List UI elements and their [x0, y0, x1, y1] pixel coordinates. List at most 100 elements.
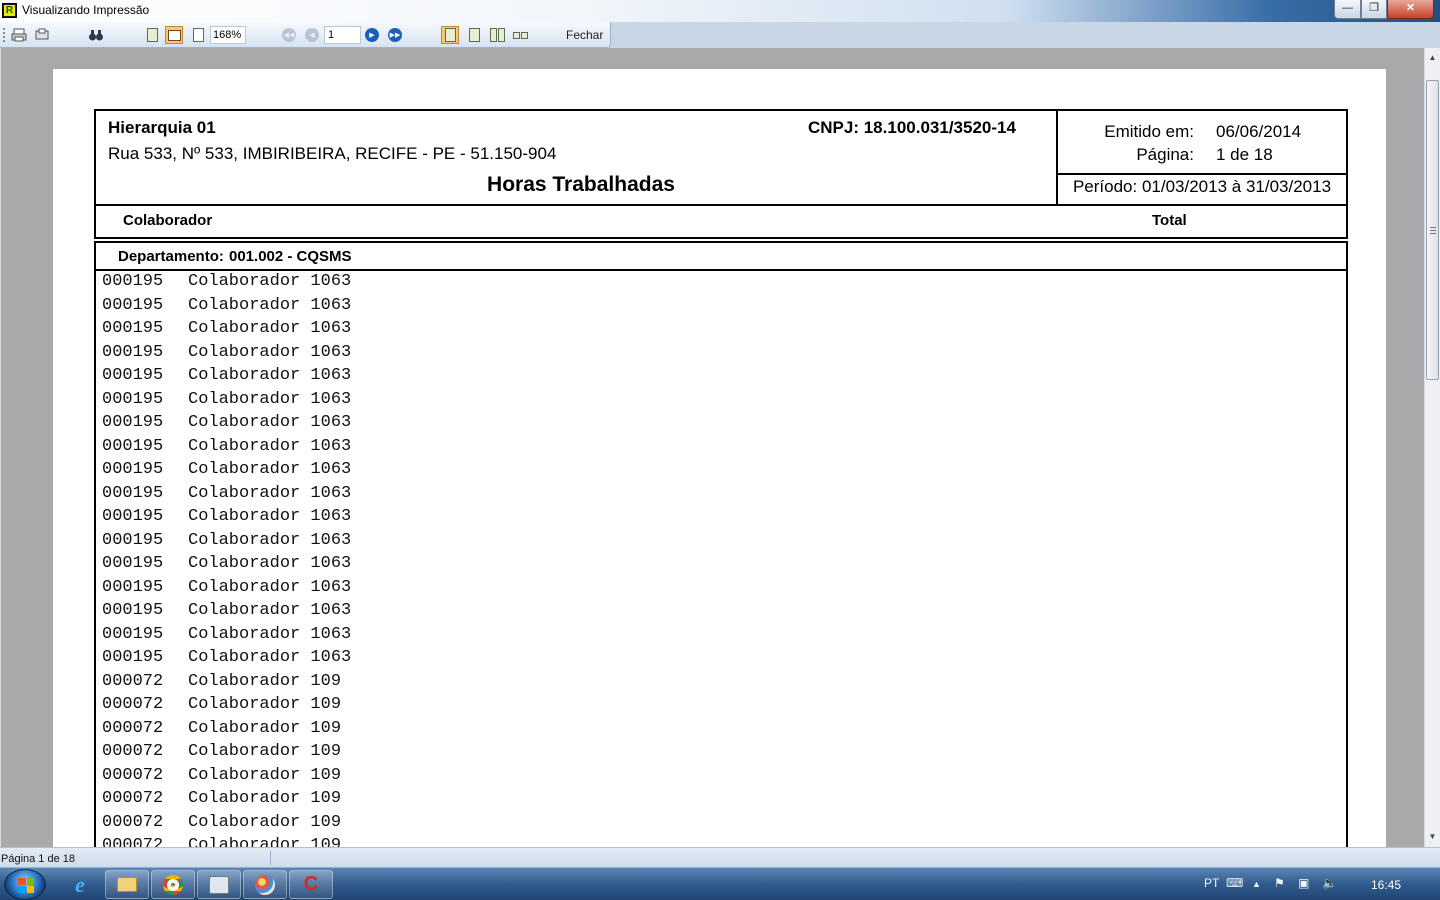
taskbar: e C PT ⌨ ▲ ⚑ ▣ 🔈 16:45 [0, 867, 1440, 900]
status-separator [270, 851, 271, 865]
app-icon: R [2, 3, 17, 18]
department-label: Departamento: [118, 248, 224, 265]
red-c-app-icon: C [303, 873, 319, 895]
employee-name: Colaborador 1063 [188, 460, 352, 479]
employee-name: Colaborador 1063 [188, 342, 352, 362]
preview-viewport[interactable]: Hierarquia 01 Rua 533, Nº 533, IMBIRIBEI… [0, 48, 1424, 847]
column-header-colaborador: Colaborador [123, 212, 213, 229]
employee-name: Colaborador 109 [188, 789, 342, 808]
action-center-flag-icon[interactable]: ⚑ [1274, 876, 1285, 890]
employee-code: 000195 [102, 436, 164, 456]
windows-logo-icon [18, 878, 34, 893]
ie-icon: e [75, 871, 85, 897]
employee-code: 000072 [102, 765, 164, 785]
find-icon[interactable] [87, 26, 105, 44]
two-pages-layout-icon[interactable] [488, 26, 506, 44]
status-page-text: Página 1 de 18 [1, 853, 76, 865]
department-value: 001.002 - CQSMS [229, 248, 352, 265]
language-indicator[interactable]: PT [1204, 876, 1219, 890]
employee-code: 000195 [102, 577, 164, 597]
continuous-layout-icon[interactable] [465, 26, 483, 44]
toolbar-grip[interactable] [3, 28, 5, 42]
title-bar: R Visualizando Impressão — ❐ ✕ [0, 0, 1440, 22]
taskbar-red-c-app-button[interactable]: C [289, 870, 333, 899]
next-page-icon[interactable]: ▶ [363, 26, 381, 44]
folder-icon [117, 877, 137, 892]
show-hidden-icons-icon[interactable]: ▲ [1252, 879, 1261, 889]
taskbar-ie-button[interactable]: e [58, 870, 102, 899]
scroll-down-arrow-icon[interactable]: ▼ [1425, 829, 1440, 845]
employee-code: 000072 [102, 789, 164, 808]
report-page: Hierarquia 01 Rua 533, Nº 533, IMBIRIBEI… [53, 69, 1386, 847]
employee-code: 000195 [102, 272, 164, 291]
employee-name: Colaborador 1063 [188, 624, 352, 644]
one-page-layout-icon[interactable] [441, 26, 459, 44]
first-page-icon: ◀◀ [280, 26, 298, 44]
volume-icon[interactable]: 🔈 [1322, 876, 1337, 890]
employee-code: 000072 [102, 695, 164, 714]
employee-name: Colaborador 109 [188, 812, 342, 832]
page-width-view-icon[interactable] [165, 26, 183, 44]
issued-date: 06/06/2014 [1216, 122, 1302, 141]
employee-code: 000072 [102, 671, 164, 691]
multiple-pages-layout-icon[interactable] [511, 26, 529, 44]
employee-code: 000195 [102, 366, 164, 385]
company-cnpj: CNPJ: 18.100.031/3520-14 [808, 118, 1016, 137]
taskbar-chrome-button[interactable] [151, 870, 195, 899]
employee-code: 000195 [102, 389, 164, 409]
employee-code: 000072 [102, 836, 164, 847]
employee-code: 000195 [102, 530, 164, 550]
print-setup-icon[interactable] [33, 26, 51, 44]
taskbar-network-app-button[interactable] [197, 870, 241, 899]
scroll-up-arrow-icon[interactable]: ▲ [1425, 50, 1440, 66]
employee-name: Colaborador 1063 [188, 272, 352, 291]
column-header-row: Colaborador Total [94, 206, 1348, 239]
single-page-view-icon[interactable] [143, 26, 161, 44]
employee-name: Colaborador 1063 [188, 436, 352, 456]
scrollbar-thumb[interactable] [1426, 80, 1439, 380]
report-period: Período: 01/03/2013 à 31/03/2013 [1072, 177, 1332, 196]
print-icon[interactable] [10, 26, 28, 44]
employee-code: 000195 [102, 648, 164, 667]
employee-code: 000195 [102, 507, 164, 526]
employee-code: 000195 [102, 413, 164, 432]
taskbar-paint-button[interactable] [243, 870, 287, 899]
keyboard-icon[interactable]: ⌨ [1226, 876, 1243, 890]
last-page-icon[interactable]: ▶▶ [386, 26, 404, 44]
employee-name: Colaborador 1063 [188, 483, 352, 503]
employee-code: 000072 [102, 718, 164, 738]
previous-page-icon: ◀ [303, 26, 321, 44]
employee-name: Colaborador 1063 [188, 554, 352, 573]
page-label: Página: [1136, 145, 1194, 164]
network-icon[interactable]: ▣ [1298, 876, 1309, 890]
start-button[interactable] [4, 869, 46, 900]
whole-page-view-icon[interactable] [189, 26, 207, 44]
paint-icon [255, 874, 275, 895]
employee-name: Colaborador 1063 [188, 507, 352, 526]
company-address: Rua 533, Nº 533, IMBIRIBEIRA, RECIFE - P… [108, 144, 557, 163]
scrollbar-grip-icon [1430, 227, 1436, 234]
department-header: Departamento: 001.002 - CQSMS [94, 241, 1348, 271]
maximize-button[interactable]: ❐ [1361, 0, 1387, 19]
close-preview-button[interactable]: Fechar [566, 28, 603, 42]
employee-name: Colaborador 1063 [188, 577, 352, 597]
header-issue-block: Emitido em: 06/06/2014 Página: 1 de 18 [1058, 111, 1346, 175]
close-window-button[interactable]: ✕ [1387, 0, 1434, 19]
window-title: Visualizando Impressão [22, 3, 150, 17]
employee-name: Colaborador 109 [188, 695, 342, 714]
network-app-icon [209, 875, 229, 894]
employee-code: 000195 [102, 295, 164, 315]
employee-name: Colaborador 109 [188, 718, 342, 738]
company-name: Hierarquia 01 [108, 118, 216, 137]
page-number-input[interactable]: 1 [324, 26, 361, 44]
preview-toolbar: 168% ◀◀ ◀ 1 ▶ ▶▶ Fechar [0, 22, 611, 48]
zoom-field[interactable]: 168% [210, 26, 246, 44]
taskbar-clock[interactable]: 16:45 [1371, 878, 1401, 892]
employee-name: Colaborador 1063 [188, 366, 352, 385]
vertical-scrollbar[interactable]: ▲ ▼ [1424, 48, 1440, 847]
minimize-button[interactable]: — [1334, 0, 1361, 19]
employee-code: 000072 [102, 742, 164, 761]
taskbar-explorer-button[interactable] [105, 870, 149, 899]
page-value: 1 de 18 [1216, 145, 1273, 164]
employee-name: Colaborador 1063 [188, 389, 352, 409]
